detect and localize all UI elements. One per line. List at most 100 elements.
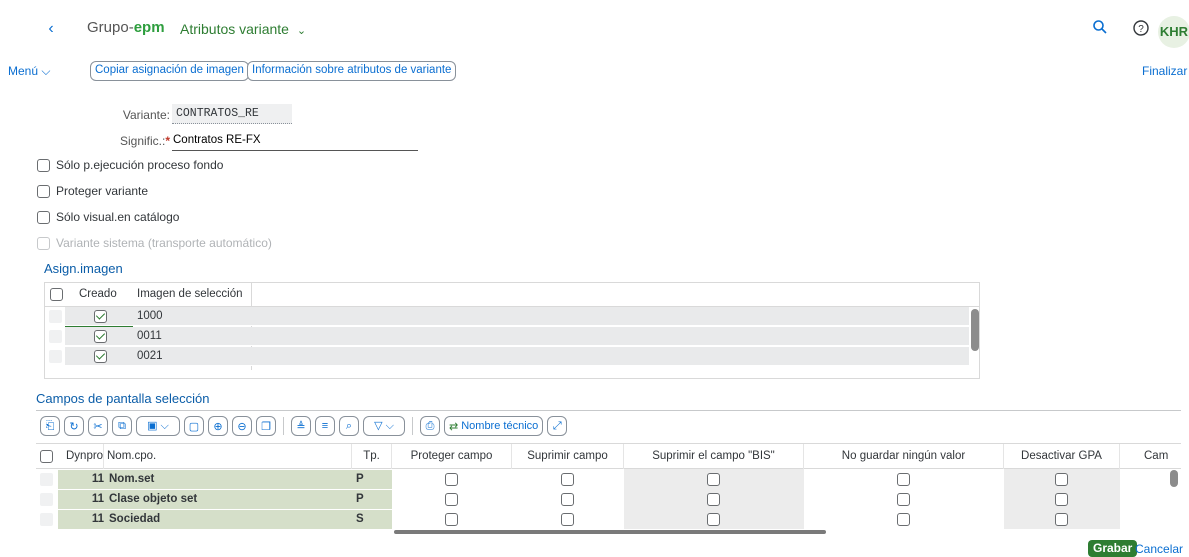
checkbox[interactable] [37, 184, 50, 198]
column-header: Dynpro [60, 444, 104, 469]
search-icon[interactable] [1092, 19, 1108, 35]
no-save-value-checkbox[interactable] [897, 493, 910, 506]
help-icon[interactable]: ? [1132, 19, 1150, 37]
app-title-menu[interactable]: Atributos variante ⌄ [180, 21, 306, 37]
screen-fields-table: Dynpro Nom.cpo. Tp. Proteger campo Supri… [36, 443, 1181, 534]
sort-descending-icon[interactable]: ≡ [315, 416, 335, 436]
copy-image-assignment-button[interactable]: Copiar asignación de imagen [90, 61, 249, 81]
protect-field-checkbox[interactable] [445, 513, 458, 526]
meaning-input[interactable]: Contratos RE-FX [172, 131, 418, 151]
checkbox-protect-variant[interactable]: Proteger variante [37, 184, 148, 198]
paste-menu-icon[interactable]: ▣ ⌵ [136, 416, 180, 436]
checkbox[interactable] [37, 210, 50, 224]
column-header: Nom.cpo. [104, 444, 352, 469]
row-selector[interactable] [49, 350, 62, 363]
table-row[interactable] [65, 327, 969, 346]
new-row-icon[interactable]: ▢ [184, 416, 204, 436]
row-selector[interactable] [40, 493, 53, 506]
suppress-bis-checkbox[interactable] [707, 493, 720, 506]
checkbox-system-variant: Variante sistema (transporte automático) [37, 236, 272, 250]
disable-gpa-checkbox[interactable] [1055, 513, 1068, 526]
chevron-down-icon: ⌄ [296, 25, 307, 37]
table-header: Creado Imagen de selección [45, 283, 979, 307]
protect-field-checkbox[interactable] [445, 493, 458, 506]
duplicate-icon[interactable]: ❐ [256, 416, 276, 436]
find-icon[interactable]: ⌕ [339, 416, 359, 436]
horizontal-scrollbar[interactable] [394, 530, 826, 534]
save-button[interactable]: Grabar [1088, 540, 1138, 557]
row-selector[interactable] [49, 330, 62, 343]
column-header: Suprimir campo [512, 444, 624, 469]
disable-gpa-checkbox[interactable] [1055, 473, 1068, 486]
table-toolbar: ⎗ ↻ ✂ ⧉ ▣ ⌵ ▢ ⊕ ⊖ ❐ ≜ ≡ ⌕ ▽ ⌵ ⎙ ⇄ Nombre… [40, 416, 568, 436]
refresh-icon[interactable]: ↻ [64, 416, 84, 436]
select-all-checkbox[interactable] [40, 450, 53, 463]
insert-row-icon[interactable]: ⊕ [208, 416, 228, 436]
image-cell: 1000 [137, 310, 163, 322]
row-selector[interactable] [40, 513, 53, 526]
table-row[interactable] [65, 347, 969, 366]
field-name-cell: Clase objeto set [109, 493, 198, 505]
suppress-bis-checkbox[interactable] [707, 473, 720, 486]
created-checkbox[interactable] [94, 310, 107, 323]
no-save-value-checkbox[interactable] [897, 473, 910, 486]
required-marker: * [165, 134, 170, 148]
protect-field-checkbox[interactable] [445, 473, 458, 486]
cut-icon[interactable]: ✂ [88, 416, 108, 436]
variant-attributes-info-button[interactable]: Información sobre atributos de variante [247, 61, 457, 81]
menu-label: Menú [8, 64, 39, 78]
column-header: Proteger campo [392, 444, 512, 469]
avatar[interactable]: KHR [1158, 16, 1189, 48]
row-selector[interactable] [49, 310, 62, 323]
checkbox-label: Variante sistema (transporte automático) [56, 236, 272, 250]
checkbox-catalog-only[interactable]: Sólo visual.en catálogo [37, 210, 179, 224]
dynpro-cell: 11 [91, 493, 104, 505]
delete-row-icon[interactable]: ⊖ [232, 416, 252, 436]
row-selector[interactable] [40, 473, 53, 486]
table-row[interactable] [65, 307, 969, 326]
image-cell: 0011 [137, 330, 162, 342]
dynpro-cell: 11 [91, 473, 104, 485]
svg-text:?: ? [1138, 24, 1144, 35]
copy-icon[interactable]: ⧉ [112, 416, 132, 436]
fullscreen-icon[interactable]: ⤢ [547, 416, 568, 436]
image-assign-table: Creado Imagen de selección 1000 0011 002… [44, 282, 980, 379]
no-save-value-checkbox[interactable] [897, 513, 910, 526]
screen-fields-title: Campos de pantalla selección [36, 391, 210, 406]
suppress-field-checkbox[interactable] [561, 513, 574, 526]
logo-prefix: Grupo- [87, 19, 134, 36]
cancel-button[interactable]: Cancelar [1135, 542, 1183, 556]
checkbox-label: Sólo visual.en catálogo [56, 210, 180, 224]
disable-gpa-checkbox[interactable] [1055, 493, 1068, 506]
type-cell: S [356, 513, 364, 525]
technical-name-icon: ⇄ [449, 420, 459, 433]
suppress-field-checkbox[interactable] [561, 473, 574, 486]
type-cell: P [356, 493, 364, 505]
menu-button[interactable]: Menú ⌵ [8, 64, 50, 79]
created-checkbox[interactable] [94, 350, 107, 363]
field-name-cell: Sociedad [109, 513, 161, 525]
company-logo: Grupo-epm [87, 19, 165, 36]
vertical-scrollbar[interactable] [971, 309, 979, 351]
vertical-scrollbar[interactable] [1170, 470, 1178, 487]
back-button[interactable]: ‹ [42, 20, 60, 38]
filter-menu-icon[interactable]: ▽ ⌵ [363, 416, 405, 436]
print-icon[interactable]: ⎙ [420, 416, 440, 436]
checkbox-background-only[interactable]: Sólo p.ejecución proceso fondo [37, 158, 223, 172]
technical-name-button[interactable]: ⇄ Nombre técnico [444, 416, 544, 436]
checkbox[interactable] [37, 158, 50, 172]
meaning-label: Signific.:* [100, 134, 170, 148]
suppress-bis-checkbox[interactable] [707, 513, 720, 526]
column-header: No guardar ningún valor [804, 444, 1004, 469]
column-header: Desactivar GPA [1004, 444, 1120, 469]
finalize-button[interactable]: Finalizar [1142, 64, 1187, 78]
select-all-checkbox[interactable] [50, 288, 63, 301]
image-assign-title: Asign.imagen [44, 261, 123, 276]
sort-ascending-icon[interactable]: ≜ [291, 416, 311, 436]
created-checkbox[interactable] [94, 330, 107, 343]
app-title: Atributos variante [180, 21, 289, 37]
type-cell: P [356, 473, 364, 485]
details-icon[interactable]: ⎗ [40, 416, 60, 436]
column-header: Imagen de selección [137, 288, 243, 300]
suppress-field-checkbox[interactable] [561, 493, 574, 506]
